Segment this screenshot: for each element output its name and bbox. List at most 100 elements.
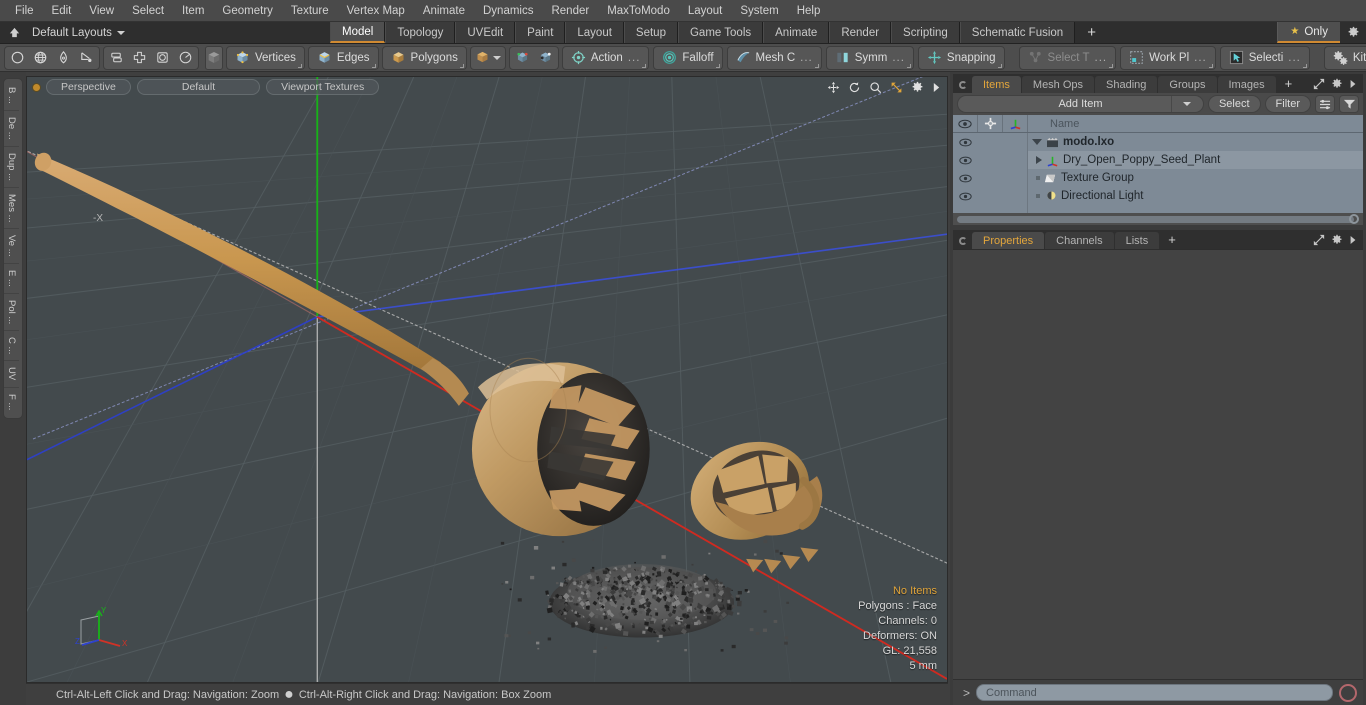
- square-circle-icon[interactable]: [151, 47, 174, 68]
- expand-icon[interactable]: [1313, 78, 1325, 90]
- layout-tab-topology[interactable]: Topology: [385, 22, 456, 43]
- tab-items[interactable]: Items: [972, 76, 1021, 93]
- action-button[interactable]: Action...: [561, 45, 650, 70]
- mesh-c-button[interactable]: Mesh C...: [726, 45, 822, 70]
- menu-item-animate[interactable]: Animate: [414, 3, 474, 19]
- tree-item-directional-light[interactable]: Directional Light: [1028, 187, 1363, 205]
- menu-item-maxtomodo[interactable]: MaxToModo: [598, 3, 679, 19]
- menu-item-file[interactable]: File: [6, 3, 43, 19]
- menu-item-vertex-map[interactable]: Vertex Map: [338, 3, 414, 19]
- list-options-icon[interactable]: [1315, 95, 1335, 113]
- snapping-button[interactable]: Snapping: [917, 45, 1005, 70]
- filter-button[interactable]: Filter: [1264, 95, 1311, 113]
- rail-tab-uv[interactable]: UV: [4, 361, 19, 388]
- rail-tab-dup[interactable]: Dup ...: [4, 147, 19, 188]
- viewport-style-dropdown[interactable]: Default: [136, 79, 261, 95]
- tree-item-texture-group[interactable]: Texture Group: [1028, 169, 1363, 187]
- tab-properties[interactable]: Properties: [972, 232, 1045, 249]
- menu-item-texture[interactable]: Texture: [282, 3, 338, 19]
- menu-item-layout[interactable]: Layout: [679, 3, 732, 19]
- visibility-toggle-icon[interactable]: [953, 192, 978, 201]
- snap-poly-icon[interactable]: [534, 47, 557, 68]
- home-icon[interactable]: [4, 24, 24, 42]
- kits-button[interactable]: Kits: [1323, 45, 1366, 70]
- zoom-icon[interactable]: [869, 81, 882, 94]
- menu-item-item[interactable]: Item: [173, 3, 213, 19]
- rail-tab-mes[interactable]: Mes ...: [4, 188, 19, 230]
- layout-tab-schematic-fusion[interactable]: Schematic Fusion: [959, 22, 1076, 43]
- selecti-button[interactable]: Selecti...: [1219, 45, 1310, 70]
- viewport-menu-dot[interactable]: [33, 83, 40, 91]
- rail-tab-b[interactable]: B ...: [4, 81, 19, 111]
- visibility-toggle-icon[interactable]: [953, 174, 978, 183]
- menu-item-dynamics[interactable]: Dynamics: [474, 3, 542, 19]
- tree-item-dry-open-poppy-seed-plant[interactable]: Dry_Open_Poppy_Seed_Plant: [1028, 151, 1363, 169]
- rail-tab-c[interactable]: C ...: [4, 331, 19, 362]
- radial-icon[interactable]: [174, 47, 197, 68]
- circle-icon[interactable]: [6, 47, 29, 68]
- selection-mode-vertices[interactable]: Vertices: [226, 45, 305, 70]
- gear-icon[interactable]: [1331, 78, 1343, 90]
- items-tree-horizontal-scrollbar[interactable]: [953, 213, 1363, 225]
- align-icon[interactable]: [105, 47, 128, 68]
- tab-lists[interactable]: Lists: [1114, 232, 1160, 249]
- viewport-shading-dropdown[interactable]: Viewport Textures: [266, 79, 380, 95]
- rail-tab-e[interactable]: E ...: [4, 264, 19, 294]
- layout-tab-uvedit[interactable]: UVEdit: [455, 22, 516, 43]
- panel-menu-dot[interactable]: [959, 237, 967, 245]
- layout-tab-scripting[interactable]: Scripting: [891, 22, 960, 43]
- fit-icon[interactable]: [890, 81, 903, 94]
- falloff-button[interactable]: Falloff: [653, 45, 723, 70]
- tab-groups[interactable]: Groups: [1158, 76, 1217, 93]
- viewport-projection-dropdown[interactable]: Perspective: [46, 79, 131, 95]
- layout-tab-layout[interactable]: Layout: [565, 22, 624, 43]
- menu-item-edit[interactable]: Edit: [43, 3, 81, 19]
- snap-vertex-icon[interactable]: [511, 47, 534, 68]
- rotate-icon[interactable]: [848, 81, 861, 94]
- expand-arrow-icon[interactable]: [932, 82, 941, 93]
- gear-icon[interactable]: [1331, 234, 1343, 246]
- menu-item-view[interactable]: View: [80, 3, 123, 19]
- command-input[interactable]: Command: [976, 684, 1333, 701]
- gear-icon[interactable]: [1340, 22, 1366, 43]
- 3d-viewport[interactable]: -X Perspective Default Viewport Textures: [26, 76, 948, 683]
- expand-icon[interactable]: [1313, 234, 1325, 246]
- menu-item-select[interactable]: Select: [123, 3, 173, 19]
- only-toggle-button[interactable]: ★ Only: [1277, 22, 1340, 43]
- layout-tab-render[interactable]: Render: [829, 22, 892, 43]
- arrow-right-icon[interactable]: [1349, 79, 1357, 89]
- work-pl-button[interactable]: Work Pl...: [1120, 45, 1216, 70]
- expander-right-icon[interactable]: [1036, 156, 1042, 164]
- menu-item-geometry[interactable]: Geometry: [213, 3, 282, 19]
- add-properties-tab-button[interactable]: +: [1160, 231, 1184, 249]
- selection-mode-polygons[interactable]: Polygons: [381, 45, 467, 70]
- rail-tab-pol[interactable]: Pol ...: [4, 294, 19, 331]
- pen-icon[interactable]: [52, 47, 75, 68]
- add-items-tab-button[interactable]: +: [1277, 75, 1301, 93]
- scrollbar-track[interactable]: [957, 215, 1354, 223]
- tab-mesh-ops[interactable]: Mesh Ops: [1021, 76, 1095, 93]
- record-icon[interactable]: [1339, 683, 1357, 702]
- add-item-dropdown-arrow[interactable]: [1170, 96, 1203, 112]
- funnel-icon[interactable]: [1339, 95, 1359, 113]
- layout-tab-animate[interactable]: Animate: [763, 22, 830, 43]
- add-layout-tab-button[interactable]: +: [1075, 22, 1108, 43]
- panel-menu-dot[interactable]: [959, 81, 967, 89]
- arrow-right-icon[interactable]: [1349, 235, 1357, 245]
- items-tree[interactable]: modo.lxo Dry_Open_Poppy_Seed_Plant Texture…: [953, 133, 1363, 213]
- tree-item-modo-lxo[interactable]: modo.lxo: [1028, 133, 1363, 151]
- menu-item-help[interactable]: Help: [788, 3, 830, 19]
- default-layouts-dropdown[interactable]: Default Layouts: [24, 27, 133, 39]
- select-button[interactable]: Select: [1207, 95, 1261, 113]
- visibility-toggle-icon[interactable]: [953, 138, 978, 147]
- layout-tab-game-tools[interactable]: Game Tools: [677, 22, 764, 43]
- selection-mode-edges[interactable]: Edges: [307, 45, 379, 70]
- symm-button[interactable]: Symm...: [825, 45, 914, 70]
- cube-icon[interactable]: [205, 45, 223, 70]
- select-t-button[interactable]: Select T...: [1018, 45, 1117, 70]
- add-item-button[interactable]: Add Item: [957, 95, 1204, 113]
- rail-tab-f[interactable]: F ...: [4, 388, 19, 416]
- expander-down-icon[interactable]: [1032, 139, 1042, 145]
- scrollbar-resize-knob[interactable]: [1349, 214, 1359, 224]
- layout-tab-paint[interactable]: Paint: [515, 22, 566, 43]
